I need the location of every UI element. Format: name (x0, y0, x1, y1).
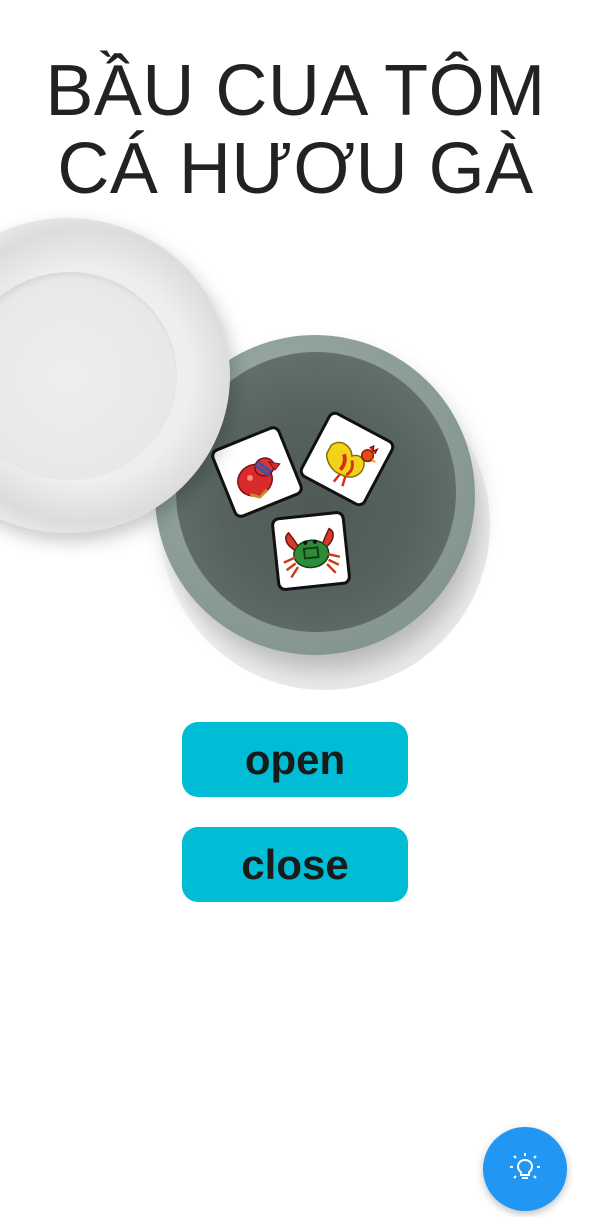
close-button[interactable]: close (182, 827, 408, 902)
lightbulb-icon (510, 1153, 540, 1179)
page-title: BẦU CUA TÔM CÁ HƯƠU GÀ (0, 52, 591, 208)
title-line-2: CÁ HƯƠU GÀ (57, 129, 534, 209)
crab-icon (283, 527, 341, 579)
open-button[interactable]: open (182, 722, 408, 797)
crab-die (270, 510, 352, 592)
title-line-1: BẦU CUA TÔM (45, 51, 546, 131)
dice-scene (0, 200, 591, 700)
game-screen: BẦU CUA TÔM CÁ HƯƠU GÀ open close (0, 0, 591, 1217)
theme-toggle-button[interactable] (483, 1127, 567, 1211)
